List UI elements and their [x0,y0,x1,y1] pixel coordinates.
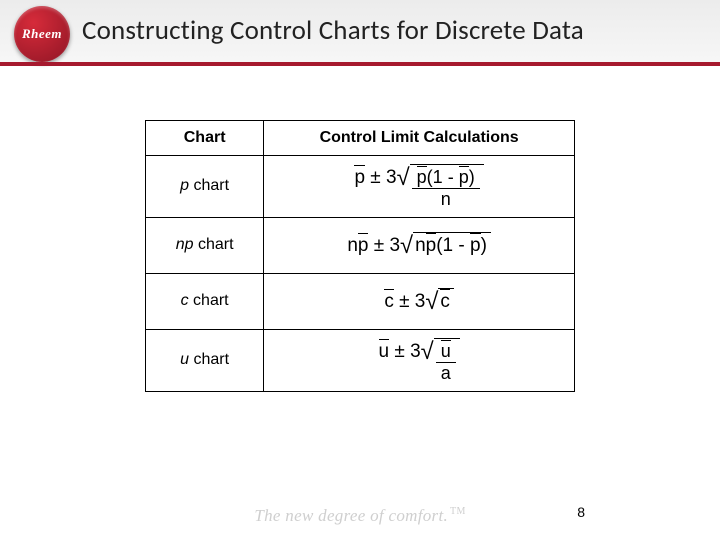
chart-name-italic: c [181,292,189,309]
pbar: p [470,233,481,257]
denominator: a [441,363,451,383]
chart-name-plain: chart [189,177,229,194]
chart-name-italic: np [176,236,194,253]
text: ) [469,167,475,187]
chart-name-italic: u [180,351,189,368]
table-header-row: Chart Control Limit Calculations [146,121,575,156]
fraction: ua [436,340,456,383]
fraction: p(1 - p)n [412,166,480,209]
chart-name-p: p chart [146,156,264,218]
pbar: p [354,165,365,189]
table-row: p chart p ± 3√p(1 - p)n [146,156,575,218]
plus-minus-3: ± 3 [394,291,426,312]
radicand: c [438,288,454,314]
slide: Rheem Constructing Control Charts for Di… [0,0,720,540]
ubar: u [379,339,390,363]
cbar: c [384,289,394,313]
sqrt: √ua [421,338,460,383]
plus-minus-3: ± 3 [368,235,400,256]
sqrt: √c [425,288,454,314]
chart-name-italic: p [180,177,189,194]
formula-p-chart: p ± 3√p(1 - p)n [264,156,575,218]
tagline-text: The new degree of comfort. [254,506,448,525]
chart-name-u: u chart [146,329,264,391]
radical-icon: √ [425,290,438,316]
slide-title: Constructing Control Charts for Discrete… [82,14,708,47]
text: (1 - [436,235,470,256]
text-n: n [347,235,358,256]
pbar: p [426,233,437,257]
pbar: p [358,233,369,257]
chart-name-plain: chart [189,351,229,368]
ubar: u [441,340,451,361]
table-row: u chart u ± 3√ua [146,329,575,391]
col-header-chart: Chart [146,121,264,156]
plus-minus-3: ± 3 [389,341,421,362]
trademark-icon: TM [450,506,466,517]
numerator: p(1 - p) [412,166,480,189]
pbar: p [459,166,469,187]
content-area: Chart Control Limit Calculations p chart… [0,120,720,392]
radicand: ua [434,338,460,383]
formula-u-chart: u ± 3√ua [264,329,575,391]
numerator: u [436,340,456,363]
chart-name-c: c chart [146,273,264,329]
radical-icon: √ [421,340,434,385]
denominator: n [441,189,451,209]
text: (1 - [427,167,459,187]
sqrt: √p(1 - p)n [397,164,484,209]
formula-c-chart: c ± 3√c [264,273,575,329]
chart-name-plain: chart [189,292,229,309]
page-number: 8 [577,504,585,520]
radical-icon: √ [397,166,410,211]
chart-name-plain: chart [194,236,234,253]
plus-minus-3: ± 3 [365,167,397,188]
text-n: n [415,235,426,256]
sqrt: √np(1 - p) [400,232,491,258]
table-row: c chart c ± 3√c [146,273,575,329]
col-header-calc: Control Limit Calculations [264,121,575,156]
radical-icon: √ [400,234,413,260]
brand-logo: Rheem [14,6,70,62]
formula-np-chart: np ± 3√np(1 - p) [264,217,575,273]
cbar: c [440,289,450,313]
pbar: p [417,166,427,187]
header-bar: Rheem Constructing Control Charts for Di… [0,0,720,66]
brand-tagline: The new degree of comfort.TM [0,506,720,526]
control-chart-table: Chart Control Limit Calculations p chart… [145,120,575,392]
text: ) [481,235,487,256]
brand-logo-text: Rheem [22,26,62,42]
table-row: np chart np ± 3√np(1 - p) [146,217,575,273]
chart-name-np: np chart [146,217,264,273]
radicand: p(1 - p)n [410,164,484,209]
radicand: np(1 - p) [413,232,491,258]
